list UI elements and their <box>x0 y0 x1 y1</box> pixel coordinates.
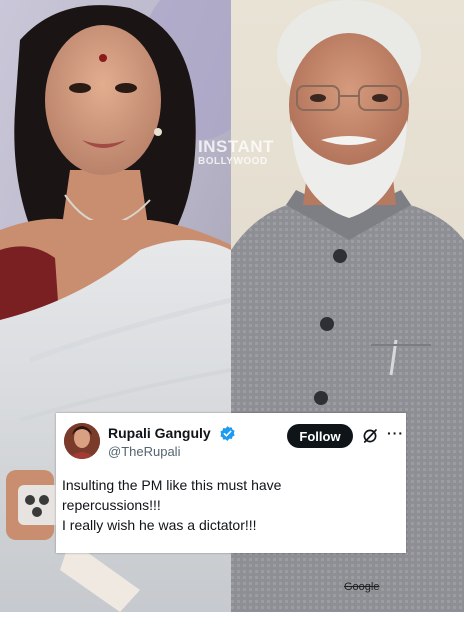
watermark-line2: BOLLYWOOD <box>198 156 268 167</box>
avatar[interactable] <box>64 423 100 459</box>
tweet-text: Insulting the PM like this must have rep… <box>62 475 400 535</box>
verified-badge-icon <box>220 426 235 441</box>
tweet-text-line: Insulting the PM like this must have <box>62 477 282 493</box>
display-name[interactable]: Rupali Ganguly <box>108 425 211 441</box>
google-label: Google <box>344 581 380 593</box>
avatar-image <box>64 423 100 459</box>
grok-icon[interactable] <box>361 427 379 445</box>
tweet-card: Rupali Ganguly @TheRupali Follow ··· Ins… <box>56 413 406 553</box>
follow-button[interactable]: Follow <box>287 424 353 448</box>
watermark-text: INSTANT BOLLYWOOD <box>198 138 278 167</box>
more-options-icon[interactable]: ··· <box>387 425 404 441</box>
tweet-text-line: repercussions!!! <box>62 497 161 513</box>
user-handle[interactable]: @TheRupali <box>108 444 180 459</box>
tweet-text-line: I really wish he was a dictator!!! <box>62 517 257 533</box>
watermark-line1: INSTANT <box>198 137 274 156</box>
